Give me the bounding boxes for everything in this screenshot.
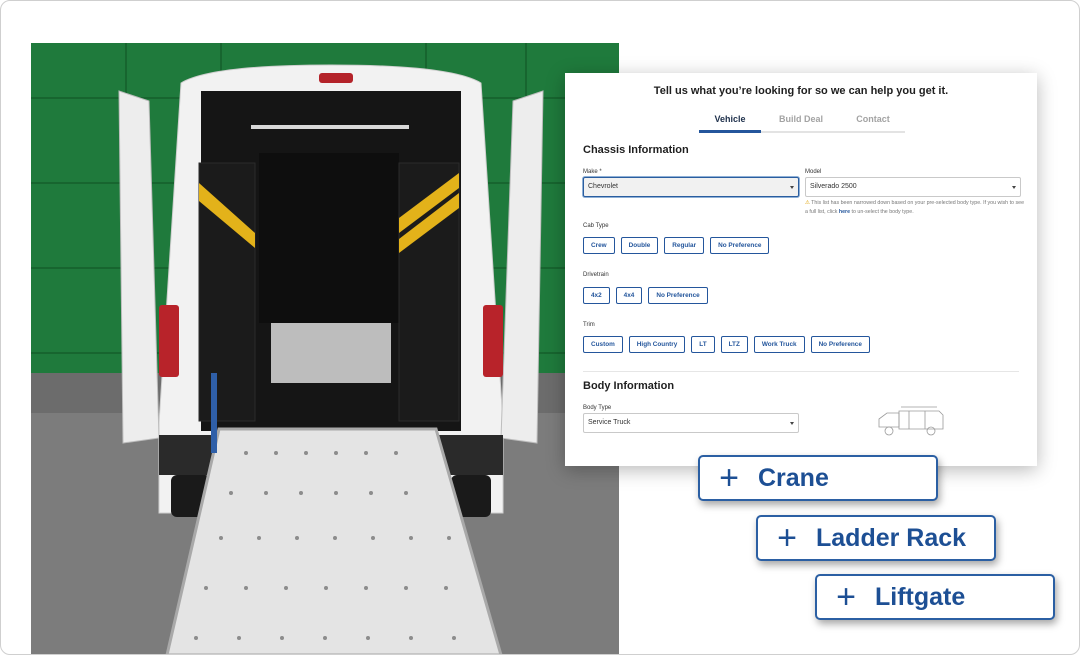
plus-icon: +	[719, 459, 739, 497]
tab-contact[interactable]: Contact	[841, 113, 905, 131]
chevron-down-icon	[790, 186, 794, 189]
form-tabs: Vehicle Build Deal Contact	[699, 113, 905, 133]
drivetrain-option[interactable]: 4x4	[615, 287, 643, 304]
van-illustration	[31, 43, 619, 654]
note-suffix: to un-select the body type.	[850, 208, 914, 215]
drivetrain-option[interactable]: 4x2	[583, 287, 610, 304]
body-type-select[interactable]: Service Truck	[583, 413, 799, 433]
section-divider	[583, 371, 1019, 372]
service-truck-icon	[878, 406, 944, 436]
plus-icon: +	[836, 578, 856, 616]
drivetrain-label: Drivetrain	[583, 272, 609, 278]
model-filter-note: ⚠ This list has been narrowed down based…	[805, 199, 1025, 216]
cab-type-option[interactable]: No Preference	[710, 237, 770, 254]
chevron-down-icon	[1012, 186, 1016, 189]
chevron-down-icon	[790, 422, 794, 425]
trim-option[interactable]: LTZ	[720, 336, 748, 353]
trim-option[interactable]: LT	[691, 336, 715, 353]
trim-option[interactable]: High Country	[628, 336, 686, 353]
add-ladder-rack-button[interactable]: + Ladder Rack	[756, 515, 996, 561]
tab-vehicle[interactable]: Vehicle	[699, 113, 761, 133]
note-prefix: This list has been narrowed down based o…	[805, 200, 1025, 215]
plus-icon: +	[777, 519, 797, 557]
model-select[interactable]: Silverado 2500	[805, 177, 1021, 197]
form-header: Tell us what you’re looking for so we ca…	[653, 85, 949, 97]
trim-label: Trim	[583, 322, 595, 328]
warning-icon: ⚠	[805, 200, 810, 206]
model-label: Model	[805, 169, 822, 175]
make-value: Chevrolet	[588, 183, 618, 190]
addon-label: Crane	[758, 463, 829, 492]
drivetrain-option[interactable]: No Preference	[648, 287, 708, 304]
body-type-label: Body Type	[583, 405, 612, 411]
drivetrain-options: 4x2 4x4 No Preference	[583, 287, 708, 304]
addon-label: Ladder Rack	[816, 523, 967, 552]
show-full-list-link[interactable]: here	[839, 209, 850, 215]
add-crane-button[interactable]: + Crane	[698, 455, 938, 501]
van-photo	[31, 43, 619, 654]
make-label: Make *	[583, 169, 602, 175]
body-section-title: Body Information	[583, 380, 675, 392]
tab-build-deal[interactable]: Build Deal	[761, 113, 841, 131]
body-type-value: Service Truck	[588, 419, 631, 426]
trim-option[interactable]: Work Truck	[753, 336, 805, 353]
screenshot-frame: Tell us what you’re looking for so we ca…	[0, 0, 1080, 655]
model-value: Silverado 2500	[810, 183, 857, 190]
cab-type-option[interactable]: Crew	[583, 237, 615, 254]
cab-type-label: Cab Type	[583, 223, 609, 229]
trim-options: Custom High Country LT LTZ Work Truck No…	[583, 336, 870, 353]
trim-option[interactable]: No Preference	[810, 336, 870, 353]
cab-type-option[interactable]: Double	[620, 237, 659, 254]
cab-type-option[interactable]: Regular	[664, 237, 705, 254]
make-select[interactable]: Chevrolet	[583, 177, 799, 197]
vehicle-form-card: Tell us what you’re looking for so we ca…	[565, 73, 1037, 466]
chassis-section-title: Chassis Information	[583, 144, 689, 156]
trim-option[interactable]: Custom	[583, 336, 623, 353]
addon-label: Liftgate	[875, 582, 966, 611]
add-liftgate-button[interactable]: + Liftgate	[815, 574, 1055, 620]
cab-type-options: Crew Double Regular No Preference	[583, 237, 770, 254]
